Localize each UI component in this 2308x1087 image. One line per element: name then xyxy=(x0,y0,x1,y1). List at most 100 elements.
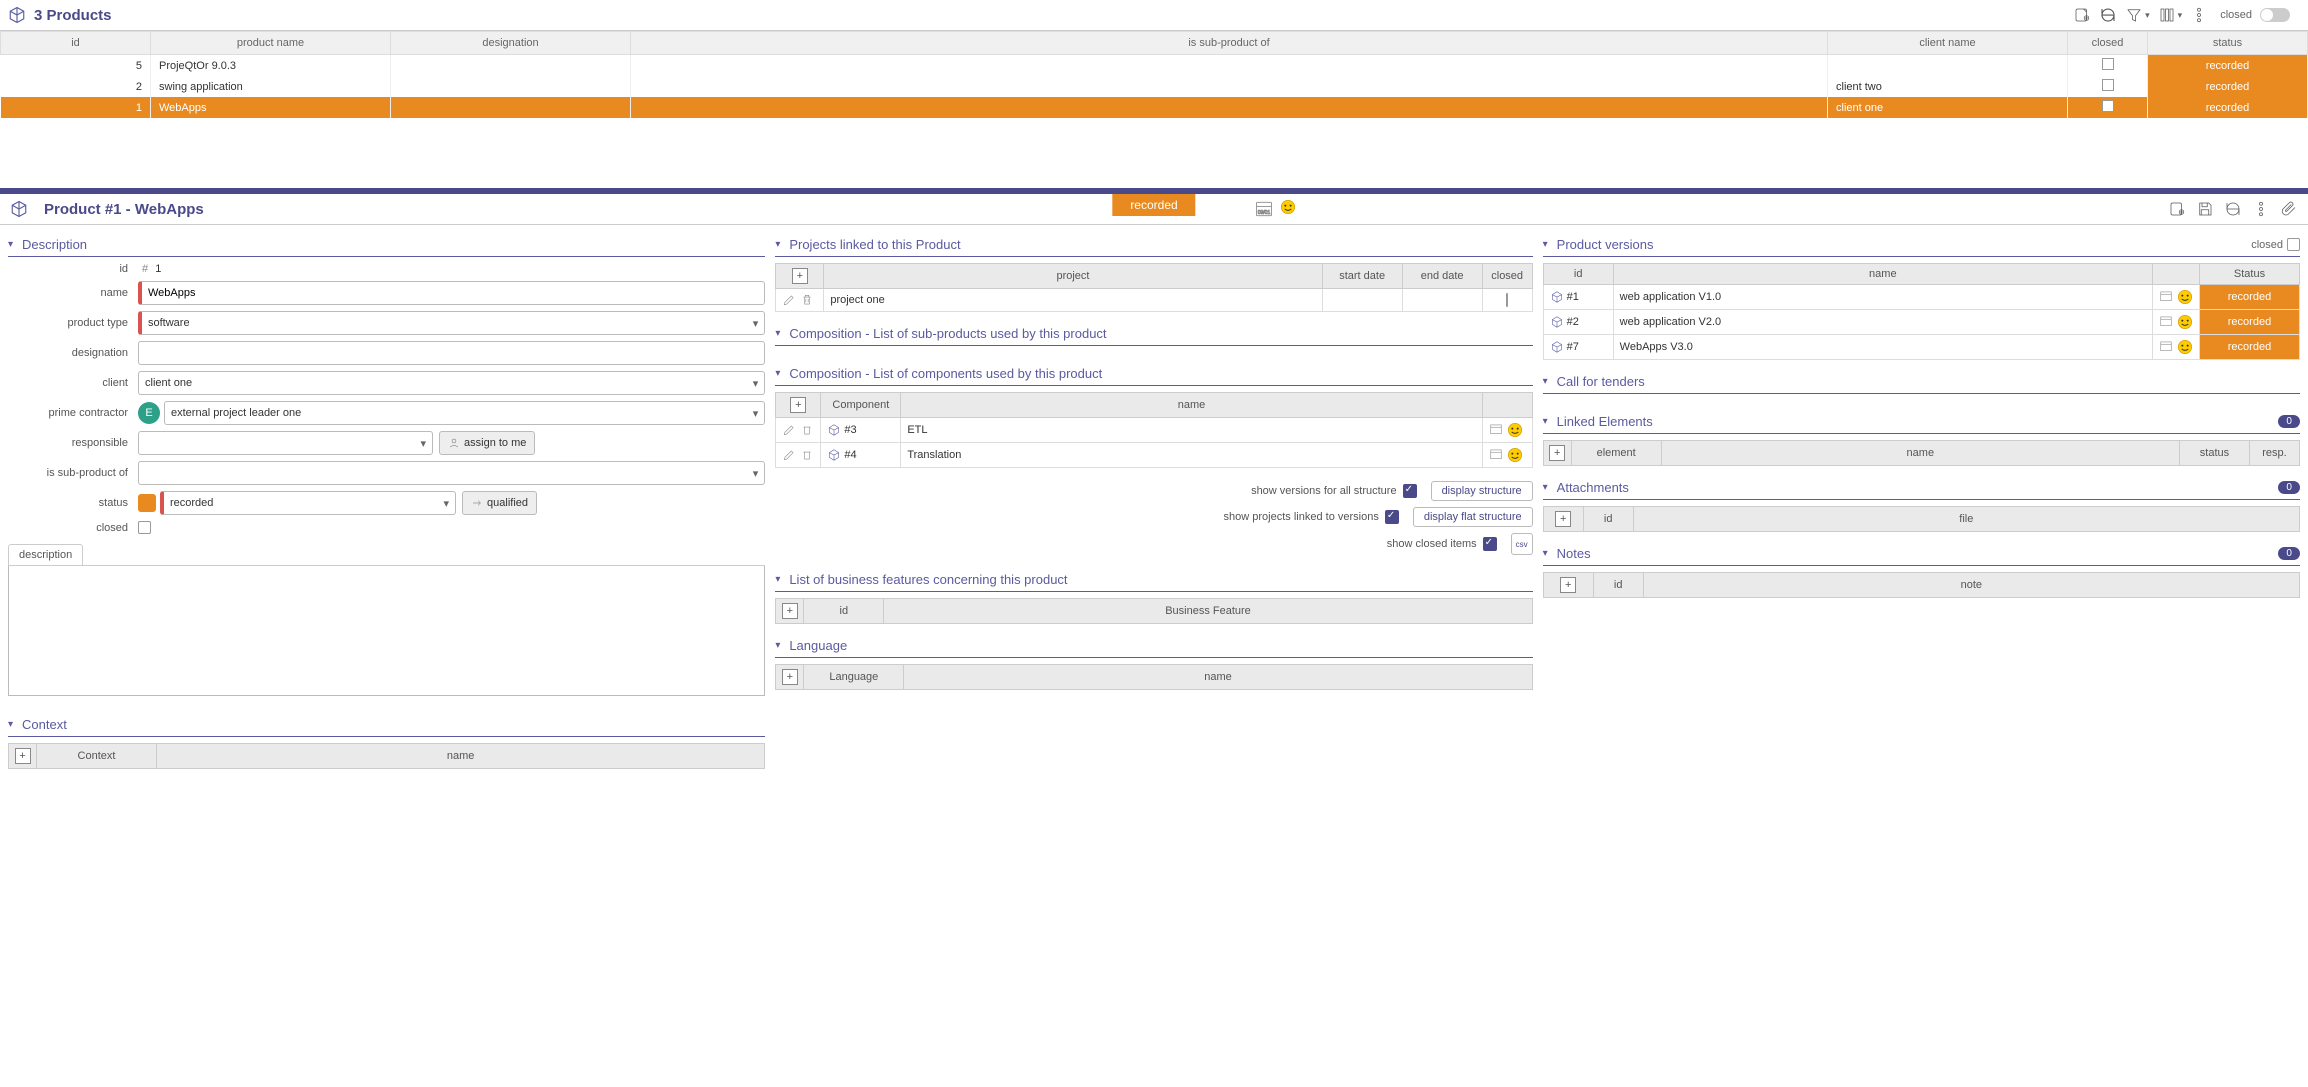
label-name: name xyxy=(8,287,138,299)
attachment-icon[interactable] xyxy=(2280,200,2298,218)
cube-icon xyxy=(8,6,26,24)
add-button[interactable]: + xyxy=(792,268,808,284)
label-responsible: responsible xyxy=(8,437,138,449)
cube-icon xyxy=(1550,315,1564,329)
collapse-toggle[interactable]: ▾ xyxy=(1543,416,1553,427)
detail-body: ▾ Description id # 1 name product type s… xyxy=(0,225,2308,787)
add-button[interactable]: + xyxy=(790,397,806,413)
cube-icon xyxy=(827,448,841,462)
collapse-toggle[interactable]: ▾ xyxy=(775,640,785,651)
status-select[interactable]: recorded xyxy=(160,491,456,515)
description-textarea[interactable] xyxy=(8,566,765,696)
label-prime-contractor: prime contractor xyxy=(8,407,138,419)
collapse-toggle[interactable]: ▾ xyxy=(775,574,785,585)
prime-contractor-select[interactable]: external project leader one xyxy=(164,401,765,425)
refresh-icon[interactable] xyxy=(2224,200,2242,218)
table-row[interactable]: project one xyxy=(776,289,1532,312)
list-title: 3 Products xyxy=(34,7,112,24)
table-row[interactable]: 1 WebApps client one recorded xyxy=(1,97,2308,118)
check-show-versions[interactable] xyxy=(1403,484,1417,498)
csv-export-button[interactable]: csv xyxy=(1511,533,1533,555)
collapse-toggle[interactable]: ▾ xyxy=(775,239,785,250)
closed-toggle[interactable] xyxy=(2260,8,2290,22)
collapse-toggle[interactable]: ▾ xyxy=(1543,548,1553,559)
versions-closed-checkbox[interactable] xyxy=(2287,238,2300,251)
table-row[interactable]: #4 Translation xyxy=(776,443,1532,468)
client-select[interactable]: client one xyxy=(138,371,765,395)
col-client[interactable]: client name xyxy=(1828,32,2068,55)
columns-dropdown[interactable]: ▾ xyxy=(2178,10,2183,21)
col-desig[interactable]: designation xyxy=(391,32,631,55)
display-structure-button[interactable]: display structure xyxy=(1431,481,1533,501)
status-color-box xyxy=(138,494,156,512)
collapse-toggle[interactable]: ▾ xyxy=(1543,239,1553,250)
designation-input[interactable] xyxy=(138,341,765,365)
add-button[interactable]: + xyxy=(1555,511,1571,527)
linked-count: 0 xyxy=(2278,415,2300,428)
smiley-icon xyxy=(2177,339,2193,355)
product-type-select[interactable]: software xyxy=(138,311,765,335)
col-id[interactable]: id xyxy=(1,32,151,55)
table-row[interactable]: #1 web application V1.0 recorded xyxy=(1543,285,2299,310)
responsible-select[interactable] xyxy=(138,431,433,455)
add-button[interactable]: + xyxy=(1560,577,1576,593)
table-row[interactable]: 2 swing application client two recorded xyxy=(1,76,2308,97)
col-closed[interactable]: closed xyxy=(2068,32,2148,55)
col-sub[interactable]: is sub-product of xyxy=(631,32,1828,55)
collapse-toggle[interactable]: ▾ xyxy=(1543,376,1553,387)
calendar-icon xyxy=(2159,314,2173,328)
calendar-icon xyxy=(2159,289,2173,303)
filter-dropdown[interactable]: ▾ xyxy=(2145,10,2150,21)
collapse-toggle[interactable]: ▾ xyxy=(8,719,18,730)
closed-checkbox[interactable] xyxy=(138,521,151,534)
list-toolbar: ▾ ▾ closed xyxy=(2073,6,2300,24)
smiley-icon xyxy=(2177,289,2193,305)
collapse-toggle[interactable]: ▾ xyxy=(1543,482,1553,493)
check-show-projects[interactable] xyxy=(1385,510,1399,524)
filter-icon[interactable] xyxy=(2125,6,2143,24)
description-tabs: description xyxy=(8,544,765,566)
table-row[interactable]: #3 ETL xyxy=(776,418,1532,443)
add-button[interactable]: + xyxy=(15,748,31,764)
add-button[interactable]: + xyxy=(782,669,798,685)
avatar: E xyxy=(138,402,160,424)
smiley-icon xyxy=(1507,447,1523,463)
col-name[interactable]: product name xyxy=(151,32,391,55)
versions-table: id name Status #1 web application V1.0 r… xyxy=(1543,263,2300,360)
delete-icon[interactable] xyxy=(800,293,814,307)
components-table: + Component name #3 ETL #4 Translation xyxy=(775,392,1532,468)
projects-table: + project start date end date closed pro… xyxy=(775,263,1532,312)
detail-toolbar xyxy=(2168,200,2298,218)
is-sub-select[interactable] xyxy=(138,461,765,485)
table-row[interactable]: #7 WebApps V3.0 recorded xyxy=(1543,335,2299,360)
collapse-toggle[interactable]: ▾ xyxy=(775,328,785,339)
collapse-toggle[interactable]: ▾ xyxy=(8,239,18,250)
description-tab[interactable]: description xyxy=(8,544,83,565)
columns-icon[interactable] xyxy=(2158,6,2176,24)
section-attachments: ▾ Attachments 0 xyxy=(1543,476,2300,500)
refresh-icon[interactable] xyxy=(2099,6,2117,24)
new-icon[interactable] xyxy=(2168,200,2186,218)
check-show-closed[interactable] xyxy=(1483,537,1497,551)
display-flat-button[interactable]: display flat structure xyxy=(1413,507,1533,527)
table-row[interactable]: #2 web application V2.0 recorded xyxy=(1543,310,2299,335)
assign-to-me-button[interactable]: assign to me xyxy=(439,431,535,455)
delete-icon[interactable] xyxy=(800,423,814,437)
delete-icon[interactable] xyxy=(800,448,814,462)
name-input[interactable] xyxy=(138,281,765,305)
more-icon[interactable] xyxy=(2190,6,2208,24)
new-icon[interactable] xyxy=(2073,6,2091,24)
edit-icon[interactable] xyxy=(782,423,796,437)
more-icon[interactable] xyxy=(2252,200,2270,218)
table-row[interactable]: 5 ProjeQtOr 9.0.3 recorded xyxy=(1,55,2308,77)
save-icon[interactable] xyxy=(2196,200,2214,218)
label-show-versions-all: show versions for all structure xyxy=(1251,485,1397,497)
edit-icon[interactable] xyxy=(782,448,796,462)
qualified-button[interactable]: qualified xyxy=(462,491,537,515)
edit-icon[interactable] xyxy=(782,293,796,307)
col-status[interactable]: status xyxy=(2148,32,2308,55)
add-button[interactable]: + xyxy=(782,603,798,619)
add-button[interactable]: + xyxy=(1549,445,1565,461)
collapse-toggle[interactable]: ▾ xyxy=(775,368,785,379)
detail-col-right: ▾ Product versions closed id name Status… xyxy=(1543,233,2300,779)
